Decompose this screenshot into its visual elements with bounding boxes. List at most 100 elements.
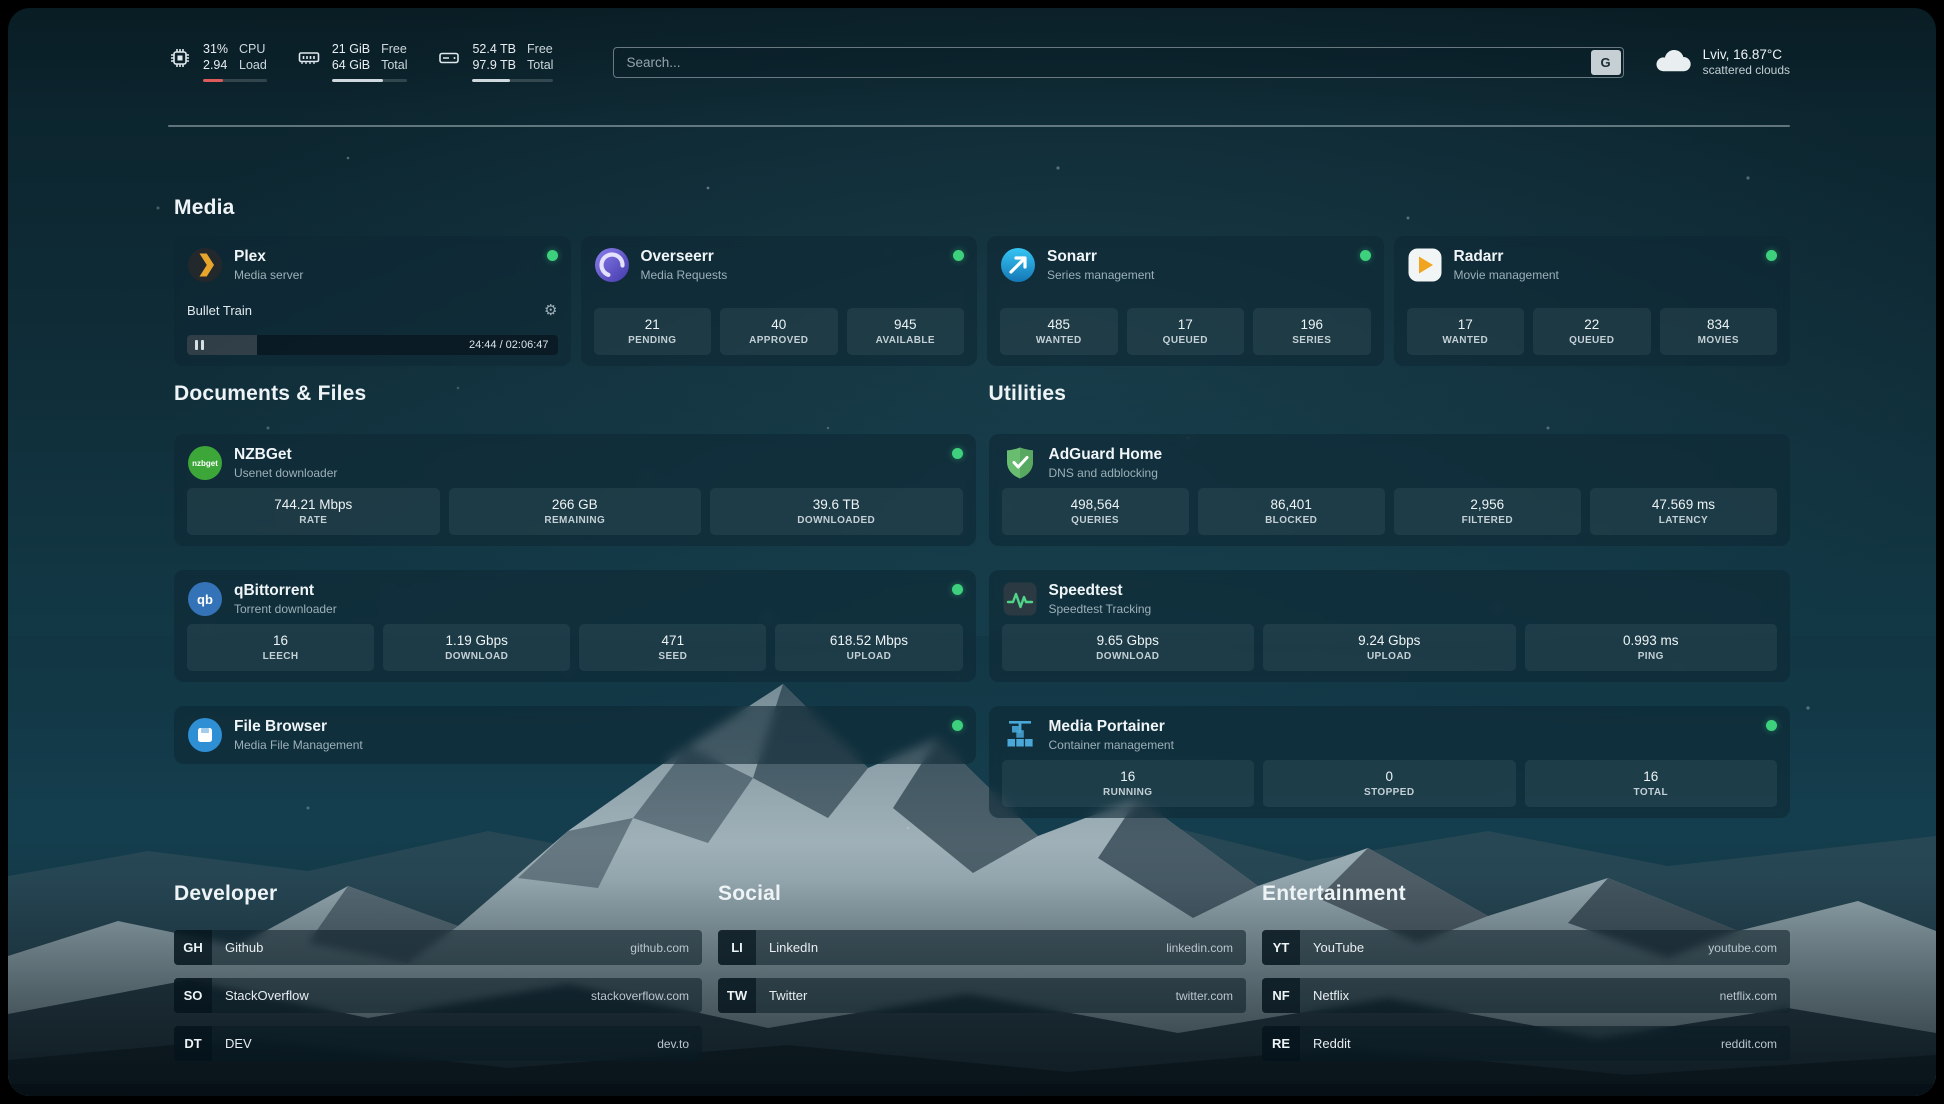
- app-name: AdGuard Home: [1049, 446, 1163, 464]
- search-input[interactable]: [613, 47, 1623, 78]
- disk-labels: Free Total: [527, 42, 553, 73]
- app-card-sonarr[interactable]: Sonarr Series management 485WANTED 17QUE…: [987, 236, 1384, 366]
- stat-box: 498,564QUERIES: [1002, 488, 1189, 535]
- link-abbr: LI: [718, 930, 756, 965]
- link-url: stackoverflow.com: [591, 989, 689, 1003]
- link-dev-to[interactable]: DT DEV dev.to: [174, 1026, 702, 1061]
- playback-time: 24:44 / 02:06:47: [469, 339, 549, 351]
- link-abbr: SO: [174, 978, 212, 1013]
- stat-box: 16TOTAL: [1525, 760, 1778, 807]
- link-name: Reddit: [1313, 1036, 1351, 1051]
- section-columns: Documents & Files nzbget NZBGet Usenet d…: [174, 382, 1790, 818]
- section-media: Media Plex Media server Bullet: [174, 196, 1790, 366]
- app-subtitle: Usenet downloader: [234, 466, 337, 480]
- app-subtitle: Movie management: [1454, 268, 1559, 282]
- stat-box: 47.569 msLATENCY: [1590, 488, 1777, 535]
- speedtest-icon: [1002, 581, 1038, 617]
- link-abbr: DT: [174, 1026, 212, 1061]
- link-twitter[interactable]: TW Twitter twitter.com: [718, 978, 1246, 1013]
- link-netflix[interactable]: NF Netflix netflix.com: [1262, 978, 1790, 1013]
- section-title-social: Social: [718, 882, 1246, 906]
- app-card-filebrowser[interactable]: File Browser Media File Management: [174, 706, 976, 764]
- app-subtitle: Media Requests: [641, 268, 728, 282]
- gear-icon[interactable]: ⚙: [544, 303, 557, 318]
- app-card-radarr[interactable]: Radarr Movie management 17WANTED 22QUEUE…: [1394, 236, 1791, 366]
- nzbget-icon: nzbget: [187, 445, 223, 481]
- radarr-icon: [1407, 247, 1443, 283]
- disk-usage-bar: [472, 79, 553, 82]
- status-dot: [547, 250, 558, 261]
- link-github[interactable]: GH Github github.com: [174, 930, 702, 965]
- disk-free: 52.4 TB: [472, 42, 516, 57]
- cpu-icon: [168, 46, 192, 70]
- link-url: youtube.com: [1708, 941, 1777, 955]
- playback-progress-bar[interactable]: 24:44 / 02:06:47: [187, 335, 558, 355]
- section-title-developer: Developer: [174, 882, 702, 906]
- app-card-portainer[interactable]: Media Portainer Container management 16R…: [989, 706, 1791, 818]
- cpu-values: 31% 2.94: [203, 42, 228, 73]
- link-url: github.com: [630, 941, 689, 955]
- link-stackoverflow[interactable]: SO StackOverflow stackoverflow.com: [174, 978, 702, 1013]
- app-name: NZBGet: [234, 446, 337, 464]
- app-name: qBittorrent: [234, 582, 337, 600]
- sonarr-icon: [1000, 247, 1036, 283]
- cpu-percent: 31%: [203, 42, 228, 57]
- media-card-grid: Plex Media server Bullet Train ⚙ 24:44 /…: [174, 236, 1790, 366]
- app-card-qbittorrent[interactable]: qb qBittorrent Torrent downloader 16LEEC…: [174, 570, 976, 682]
- app-name: Sonarr: [1047, 248, 1154, 266]
- link-url: reddit.com: [1721, 1037, 1777, 1051]
- overseerr-icon: [594, 247, 630, 283]
- disk-values: 52.4 TB 97.9 TB: [472, 42, 516, 73]
- stat-box: 17WANTED: [1407, 308, 1525, 355]
- stat-box: 0.993 msPING: [1525, 624, 1778, 671]
- stat-box: 9.24 GbpsUPLOAD: [1263, 624, 1516, 671]
- status-dot: [1766, 720, 1777, 731]
- column-entertainment: Entertainment YT YouTube youtube.com NF …: [1262, 882, 1790, 1074]
- ram-free: 21 GiB: [332, 42, 370, 57]
- app-subtitle: DNS and adblocking: [1049, 466, 1163, 480]
- dashboard-screen: 31% 2.94 CPU Load 21: [8, 8, 1936, 1096]
- app-card-nzbget[interactable]: nzbget NZBGet Usenet downloader 744.21 M…: [174, 434, 976, 546]
- stat-box: 86,401BLOCKED: [1198, 488, 1385, 535]
- section-title-utilities: Utilities: [989, 382, 1791, 406]
- stat-box: 485WANTED: [1000, 308, 1118, 355]
- link-linkedin[interactable]: LI LinkedIn linkedin.com: [718, 930, 1246, 965]
- cpu-monitor: 31% 2.94 CPU Load: [168, 42, 267, 82]
- link-url: netflix.com: [1720, 989, 1777, 1003]
- app-card-overseerr[interactable]: Overseerr Media Requests 21PENDING 40APP…: [581, 236, 978, 366]
- link-abbr: GH: [174, 930, 212, 965]
- weather-widget: Lviv, 16.87°C scattered clouds: [1654, 47, 1790, 78]
- column-social: Social LI LinkedIn linkedin.com TW Twitt…: [718, 882, 1246, 1074]
- app-name: Media Portainer: [1049, 718, 1174, 736]
- app-card-adguard[interactable]: AdGuard Home DNS and adblocking 498,564Q…: [989, 434, 1791, 546]
- link-name: YouTube: [1313, 940, 1364, 955]
- status-dot: [952, 584, 963, 595]
- link-name: LinkedIn: [769, 940, 818, 955]
- link-name: Netflix: [1313, 988, 1349, 1003]
- app-card-plex[interactable]: Plex Media server Bullet Train ⚙ 24:44 /…: [174, 236, 571, 366]
- stat-box: 834MOVIES: [1660, 308, 1778, 355]
- link-name: Github: [225, 940, 263, 955]
- cpu-load-value: 2.94: [203, 58, 228, 73]
- status-dot: [1360, 250, 1371, 261]
- app-card-speedtest[interactable]: Speedtest Speedtest Tracking 9.65 GbpsDO…: [989, 570, 1791, 682]
- window-frame: 31% 2.94 CPU Load 21: [0, 0, 1944, 1104]
- cloud-icon: [1654, 47, 1692, 78]
- link-reddit[interactable]: RE Reddit reddit.com: [1262, 1026, 1790, 1061]
- section-title-documents: Documents & Files: [174, 382, 976, 406]
- pause-icon[interactable]: [195, 340, 204, 350]
- cpu-labels: CPU Load: [239, 42, 267, 73]
- cpu-usage-bar: [203, 79, 267, 82]
- section-links: Developer GH Github github.com SO StackO…: [174, 882, 1790, 1074]
- ram-usage-bar: [332, 79, 408, 82]
- ram-total: 64 GiB: [332, 58, 370, 73]
- link-youtube[interactable]: YT YouTube youtube.com: [1262, 930, 1790, 965]
- search-engine-button[interactable]: G: [1591, 50, 1621, 75]
- app-name: Overseerr: [641, 248, 728, 266]
- stat-box: 40APPROVED: [720, 308, 838, 355]
- status-dot: [952, 448, 963, 459]
- portainer-icon: [1002, 717, 1038, 753]
- qbittorrent-icon: qb: [187, 581, 223, 617]
- now-playing-title: Bullet Train: [187, 303, 252, 318]
- search-bar: G: [613, 47, 1623, 78]
